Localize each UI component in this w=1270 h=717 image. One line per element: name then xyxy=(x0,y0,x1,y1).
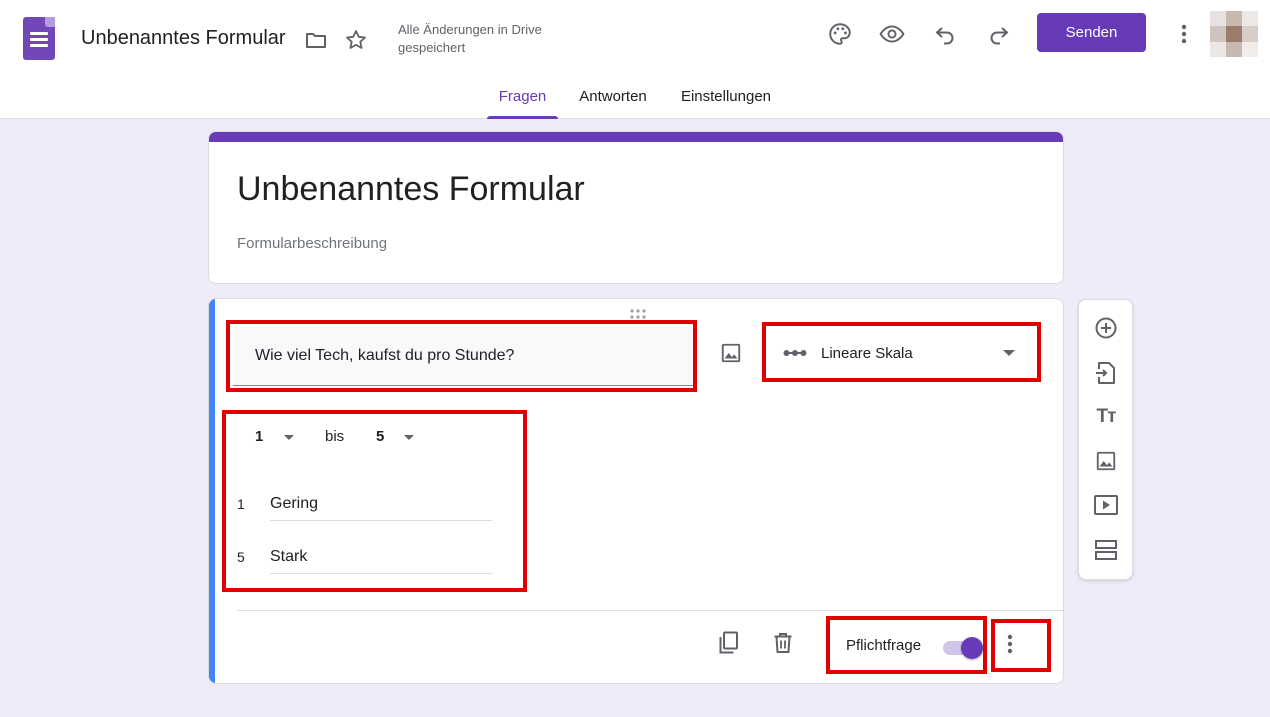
add-question-image-icon[interactable] xyxy=(717,339,745,367)
add-question-icon[interactable] xyxy=(1092,314,1120,342)
range-from-value[interactable]: 1 xyxy=(255,428,263,445)
tab-einstellungen[interactable]: Einstellungen xyxy=(670,78,782,119)
scale-range-selector: 1 bis 5 xyxy=(255,425,515,449)
range-to-word: bis xyxy=(325,428,345,445)
scale-label-row-max: 5 Stark xyxy=(237,544,497,574)
form-title[interactable]: Unbenanntes Formular xyxy=(237,170,585,209)
avatar[interactable] xyxy=(1210,11,1258,57)
range-to-value[interactable]: 5 xyxy=(376,428,384,445)
tab-fragen[interactable]: Fragen xyxy=(487,78,558,119)
add-title-icon[interactable]: Tт xyxy=(1092,403,1120,431)
drag-handle-icon[interactable] xyxy=(628,307,648,319)
top-bar: Unbenanntes Formular Alle Änderungen in … xyxy=(0,0,1270,119)
delete-icon[interactable] xyxy=(769,629,797,657)
question-title-input[interactable]: Wie viel Tech, kaufst du pro Stunde? xyxy=(233,327,693,386)
required-label: Pflichtfrage xyxy=(846,637,922,654)
send-button[interactable]: Senden xyxy=(1037,13,1146,52)
scale-label-num: 5 xyxy=(237,549,245,565)
redo-icon[interactable] xyxy=(985,20,1013,48)
tab-bar: Fragen Antworten Einstellungen xyxy=(0,78,1270,119)
preview-eye-icon[interactable] xyxy=(878,20,906,48)
tab-antworten[interactable]: Antworten xyxy=(566,78,660,119)
star-icon[interactable] xyxy=(342,26,370,54)
range-from-dropdown-icon[interactable] xyxy=(284,435,294,440)
linear-scale-icon xyxy=(783,350,807,356)
form-description-input[interactable]: Formularbeschreibung xyxy=(237,235,387,252)
add-video-icon[interactable] xyxy=(1092,491,1120,519)
save-status: Alle Änderungen in Drive gespeichert xyxy=(398,22,542,55)
import-questions-icon[interactable] xyxy=(1092,359,1120,387)
document-title[interactable]: Unbenanntes Formular xyxy=(81,27,286,50)
folder-icon[interactable] xyxy=(302,26,330,54)
add-image-icon[interactable] xyxy=(1092,447,1120,475)
side-toolbar: Tт xyxy=(1078,299,1133,580)
question-type-label: Lineare Skala xyxy=(821,344,913,362)
add-section-icon[interactable] xyxy=(1092,536,1120,564)
footer-divider xyxy=(237,610,1063,611)
range-to-dropdown-icon[interactable] xyxy=(404,435,414,440)
scale-label-num: 1 xyxy=(237,496,245,512)
question-type-dropdown[interactable]: Lineare Skala xyxy=(769,329,1037,377)
required-toggle[interactable] xyxy=(941,637,983,659)
scale-label-input-min[interactable]: Gering xyxy=(270,491,492,521)
duplicate-icon[interactable] xyxy=(715,629,743,657)
form-title-card[interactable]: Unbenanntes Formular Formularbeschreibun… xyxy=(208,131,1064,284)
more-vert-icon[interactable] xyxy=(1170,20,1198,48)
undo-icon[interactable] xyxy=(931,20,959,48)
forms-logo-icon[interactable] xyxy=(23,17,55,60)
scale-label-row-min: 1 Gering xyxy=(237,491,497,521)
palette-icon[interactable] xyxy=(826,20,854,48)
chevron-down-icon xyxy=(1003,350,1015,356)
question-card[interactable]: Wie viel Tech, kaufst du pro Stunde? Lin… xyxy=(208,298,1064,684)
scale-label-input-max[interactable]: Stark xyxy=(270,544,492,574)
question-more-icon[interactable] xyxy=(999,630,1021,658)
